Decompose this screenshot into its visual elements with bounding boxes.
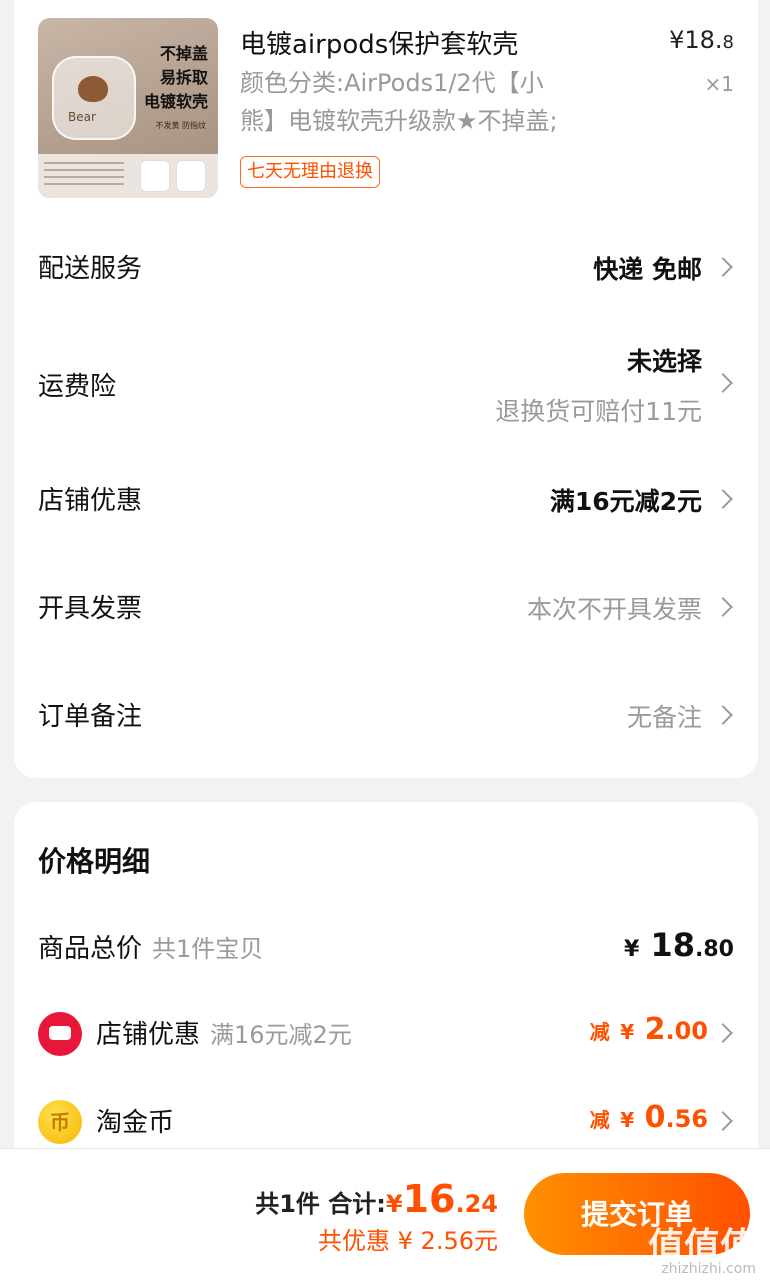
goods-total-amount: ¥ 18.80 bbox=[624, 926, 734, 964]
chevron-right-icon bbox=[713, 1023, 733, 1043]
chevron-right-icon bbox=[713, 489, 733, 509]
product-spec: 颜色分类:AirPods1/2代【小 熊】电镀软壳升级款★不掉盖; bbox=[240, 64, 630, 140]
total-label: 合计: bbox=[328, 1190, 386, 1218]
price-detail-title: 价格明细 bbox=[38, 845, 151, 878]
shop-promo-value: 满16元减2元 bbox=[549, 487, 702, 516]
minus-label: 减 bbox=[589, 1020, 610, 1044]
row-shipping-insurance[interactable]: 运费险 未选择 退换货可赔付11元 bbox=[38, 340, 734, 430]
remark-label: 订单备注 bbox=[38, 702, 143, 732]
currency-symbol: ¥ bbox=[624, 937, 640, 962]
coin-icon: 币 bbox=[38, 1100, 82, 1144]
shop-promo-label: 店铺优惠 bbox=[38, 486, 143, 516]
currency-symbol: ¥ bbox=[620, 1020, 635, 1044]
remark-value: 无备注 bbox=[626, 703, 702, 732]
row-taobao-coins[interactable]: 币 淘金币 减 ¥ 0.56 bbox=[38, 1096, 734, 1146]
watermark-url: zhizhizhi.com bbox=[661, 1261, 756, 1277]
image-text-line2: 易拆取 bbox=[159, 68, 208, 87]
row-shop-discount[interactable]: 店铺优惠 满16元减2元 减 ¥ 2.00 bbox=[38, 1008, 734, 1058]
price-cents: 8 bbox=[722, 32, 734, 53]
order-total: 共1件 合计:¥16.24 bbox=[255, 1177, 498, 1221]
image-bottom-strip bbox=[38, 154, 218, 198]
shop-discount-amount: 减 ¥ 2.00 bbox=[590, 1012, 708, 1047]
row-delivery[interactable]: 配送服务 快递 免邮 bbox=[38, 248, 734, 288]
chevron-right-icon bbox=[713, 1111, 733, 1131]
image-text-line3: 电镀软壳 bbox=[143, 92, 208, 111]
price-main: ¥18. bbox=[669, 26, 723, 54]
amount-dec: .80 bbox=[695, 937, 734, 962]
row-goods-total: 商品总价 共1件宝贝 ¥ 18.80 bbox=[38, 922, 734, 972]
insurance-value: 未选择 bbox=[626, 347, 702, 376]
chevron-right-icon bbox=[713, 597, 733, 617]
coins-label: 淘金币 bbox=[96, 1108, 175, 1138]
delivery-value: 快递 免邮 bbox=[593, 255, 702, 284]
checkout-bar: 共1件 合计:¥16.24 共优惠 ¥ 2.56元 提交订单 值值值 zhizh… bbox=[0, 1148, 770, 1281]
amount-int: 18 bbox=[650, 926, 696, 964]
amount-dec: .00 bbox=[665, 1017, 708, 1045]
amount-int: 2 bbox=[644, 1012, 666, 1047]
spec-line-2: 熊】电镀软壳升级款★不掉盖; bbox=[240, 107, 558, 135]
row-shop-promo[interactable]: 店铺优惠 满16元减2元 bbox=[38, 480, 734, 520]
airpods-case-small-1 bbox=[140, 160, 170, 192]
row-remark[interactable]: 订单备注 无备注 bbox=[38, 696, 734, 736]
airpods-case-small-2 bbox=[176, 160, 206, 192]
currency-symbol: ¥ bbox=[620, 1108, 635, 1132]
product-price: ¥18.8 bbox=[669, 26, 734, 54]
minus-label: 减 bbox=[589, 1108, 610, 1132]
chevron-right-icon bbox=[713, 705, 733, 725]
row-invoice[interactable]: 开具发票 本次不开具发票 bbox=[38, 588, 734, 628]
chevron-right-icon bbox=[713, 373, 733, 393]
goods-total-label: 商品总价 共1件宝贝 bbox=[38, 928, 263, 965]
total-savings: 共优惠 ¥ 2.56元 bbox=[318, 1227, 498, 1255]
order-card: Bear 不掉盖 易拆取 电镀软壳 不发黄 防指纹 电镀airpods保护套软壳… bbox=[14, 0, 758, 778]
invoice-label: 开具发票 bbox=[38, 594, 143, 624]
amount-int: 0 bbox=[644, 1100, 666, 1135]
return-policy-badge: 七天无理由退换 bbox=[240, 156, 380, 188]
product-title[interactable]: 电镀airpods保护套软壳 bbox=[240, 24, 518, 61]
bear-icon bbox=[78, 76, 108, 102]
item-count: 共1件 bbox=[255, 1190, 320, 1218]
product-thumbnail[interactable]: Bear 不掉盖 易拆取 电镀软壳 不发黄 防指纹 bbox=[38, 18, 218, 198]
coins-amount: 减 ¥ 0.56 bbox=[590, 1100, 708, 1135]
image-text-line1: 不掉盖 bbox=[159, 44, 208, 63]
insurance-label: 运费险 bbox=[38, 372, 117, 402]
total-int: 16 bbox=[402, 1177, 456, 1221]
shop-discount-sub: 满16元减2元 bbox=[210, 1021, 352, 1049]
goods-count: 共1件宝贝 bbox=[152, 935, 264, 963]
amount-dec: .56 bbox=[665, 1105, 708, 1133]
insurance-sub: 退换货可赔付11元 bbox=[495, 397, 702, 426]
shop-icon bbox=[38, 1012, 82, 1056]
currency-symbol: ¥ bbox=[385, 1190, 403, 1218]
image-small-text: 不发黄 防指纹 bbox=[155, 121, 206, 130]
case-print-text: Bear bbox=[68, 110, 96, 124]
image-text-lines bbox=[44, 162, 124, 164]
delivery-label: 配送服务 bbox=[38, 254, 143, 284]
total-dec: .24 bbox=[455, 1190, 498, 1218]
shop-discount-label: 店铺优惠 满16元减2元 bbox=[96, 1014, 352, 1051]
invoice-value: 本次不开具发票 bbox=[526, 595, 702, 624]
spec-line-1: 颜色分类:AirPods1/2代【小 bbox=[240, 69, 544, 97]
product-quantity: ×1 bbox=[704, 72, 734, 96]
goods-total-text: 商品总价 bbox=[38, 934, 143, 964]
shop-discount-text: 店铺优惠 bbox=[96, 1020, 201, 1050]
chevron-right-icon bbox=[713, 257, 733, 277]
